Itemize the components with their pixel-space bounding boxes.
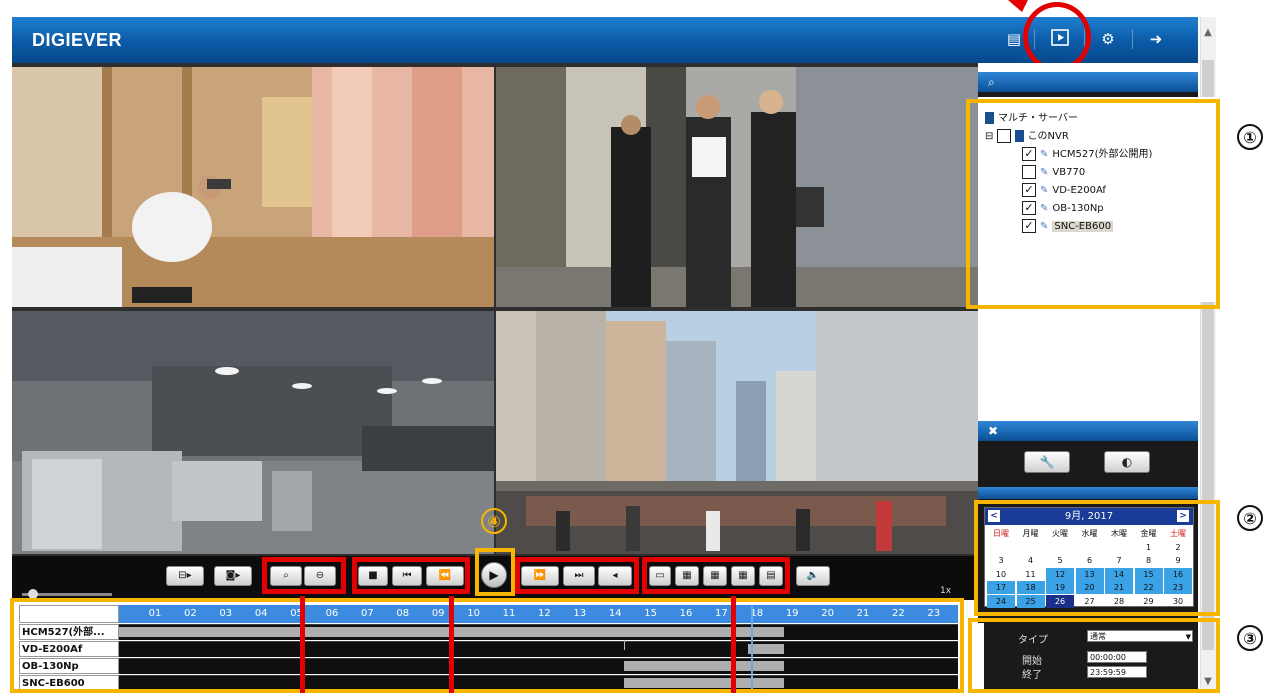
camera-search-header: ⌕: [978, 72, 1198, 92]
playback-highlight-circle: [1023, 2, 1091, 72]
annotation-pointer-line: [300, 596, 305, 693]
header-divider: [1132, 29, 1133, 49]
tree-highlight: [966, 99, 1220, 309]
speed-label: 1x: [940, 586, 952, 596]
export-button[interactable]: ⊟▸: [166, 566, 204, 586]
logout-icon[interactable]: ➜: [1144, 28, 1168, 50]
forward-group-highlight: [515, 557, 639, 594]
snapshot-button[interactable]: ◙▸: [214, 566, 252, 586]
tools-panel: [978, 441, 1198, 487]
tools-header: ✖: [978, 421, 1198, 441]
layout-group-highlight: [642, 557, 790, 594]
tool-display-button[interactable]: ◐: [1104, 451, 1150, 473]
filter-highlight: [968, 618, 1220, 693]
annotation-number-4: ④: [481, 508, 507, 534]
camera-view-2[interactable]: [496, 67, 978, 307]
audio-button[interactable]: 🔈: [796, 566, 830, 586]
annotation-pointer-line: [731, 596, 736, 693]
annotation-number-2: ②: [1237, 505, 1263, 531]
camera-view-1[interactable]: [12, 67, 494, 307]
timeline-highlight: [10, 598, 964, 693]
calendar-highlight: [974, 500, 1220, 616]
tool-wrench-button[interactable]: 🔧: [1024, 451, 1070, 473]
zoom-group-highlight: [262, 557, 346, 594]
annotation-number-3: ③: [1237, 625, 1263, 651]
annotation-pointer-line: [449, 596, 454, 693]
calendar-header: [978, 487, 1198, 499]
rewind-group-highlight: [352, 557, 470, 594]
app-logo: DIGIEVER: [32, 30, 123, 50]
settings-icon[interactable]: ⚙: [1096, 28, 1120, 50]
annotation-number-1: ①: [1237, 124, 1263, 150]
scroll-up-arrow[interactable]: ▲: [1200, 26, 1216, 40]
camera-view-4[interactable]: [496, 311, 978, 554]
play-highlight: [475, 548, 515, 596]
camera-view-3[interactable]: [12, 311, 494, 554]
annotation-arrow: [1008, 0, 1028, 12]
